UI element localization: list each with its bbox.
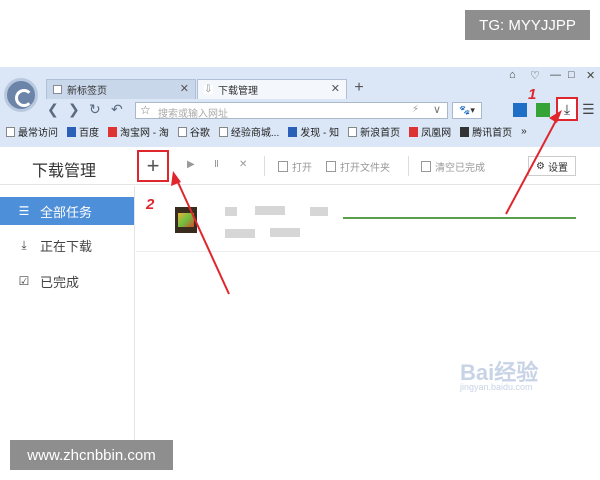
arrow-line-2 bbox=[175, 177, 230, 295]
site-watermark: www.zhcnbbin.com bbox=[10, 440, 173, 470]
annotation-marker-2: 2 bbox=[146, 196, 155, 213]
arrowhead-1 bbox=[549, 110, 562, 123]
annotation-arrows bbox=[171, 110, 562, 295]
arrow-line-1 bbox=[505, 114, 560, 215]
annotation-marker-1: 1 bbox=[528, 86, 537, 103]
